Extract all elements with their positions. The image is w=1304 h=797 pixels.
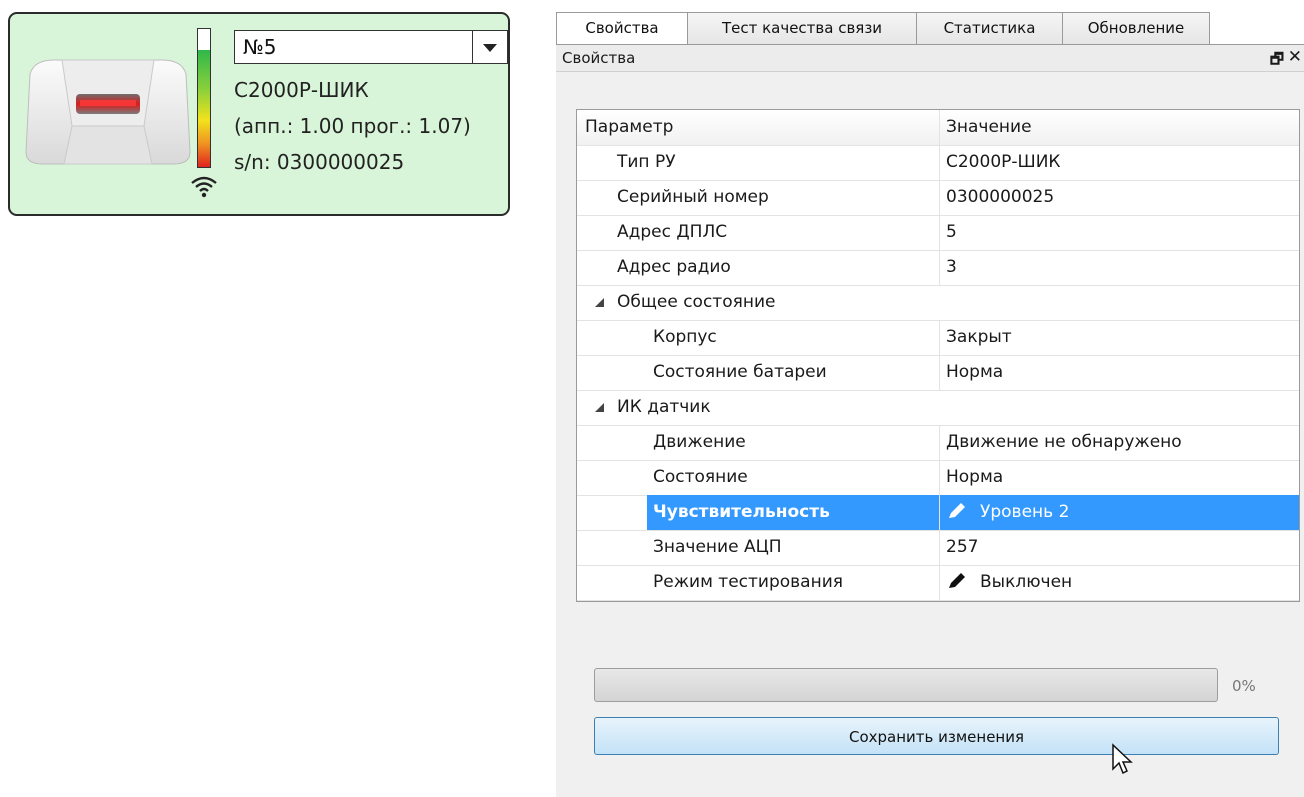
pencil-icon [949, 503, 965, 518]
save-changes-button[interactable]: Сохранить изменения [594, 717, 1279, 755]
device-serial: s/n: 0300000025 [234, 150, 405, 174]
signal-level-bar [197, 28, 211, 168]
table-row[interactable]: Серийный номер 0300000025 [577, 180, 1299, 216]
pencil-icon [949, 573, 965, 588]
mouse-cursor-icon [1112, 743, 1133, 775]
table-row[interactable]: Адрес ДПЛС 5 [577, 215, 1299, 251]
restore-window-icon[interactable]: 🗗 [1270, 49, 1284, 74]
table-row-selected[interactable]: Чувствительность Уровень 2 [577, 495, 1299, 531]
panel-title: Свойства [562, 49, 636, 67]
property-name: Чувствительность [647, 495, 939, 530]
property-value: Движение не обнаружено [939, 425, 1299, 460]
property-name: Режим тестирования [653, 572, 843, 592]
category-name: ИК датчик [617, 397, 711, 417]
table-row[interactable]: Корпус Закрыт [577, 320, 1299, 356]
property-name: Тип РУ [617, 152, 676, 172]
property-value: Уровень 2 [980, 502, 1070, 522]
progress-bar [594, 668, 1218, 702]
tab-properties[interactable]: Свойства [556, 12, 688, 45]
property-value: 5 [939, 215, 1299, 250]
panel-header: Свойства 🗗 ✕ [556, 45, 1304, 72]
table-row[interactable]: Движение Движение не обнаружено [577, 425, 1299, 461]
property-name: Адрес ДПЛС [617, 222, 728, 242]
property-value: С2000Р-ШИК [939, 145, 1299, 180]
tab-statistics[interactable]: Статистика [916, 12, 1063, 44]
property-value: Выключен [980, 572, 1073, 592]
wifi-icon [191, 176, 217, 198]
property-value: 257 [939, 530, 1299, 565]
tab-update[interactable]: Обновление [1062, 12, 1210, 44]
property-grid[interactable]: Параметр Значение Тип РУ С2000Р-ШИК Сери… [576, 109, 1300, 602]
table-row[interactable]: Адрес радио 3 [577, 250, 1299, 286]
category-name: Общее состояние [617, 292, 776, 312]
close-icon[interactable]: ✕ [1288, 47, 1302, 67]
chevron-down-icon [483, 44, 497, 52]
device-card[interactable]: №5 С2000Р-ШИК (апп.: 1.00 прог.: 1.07) s… [8, 12, 510, 216]
device-address-select[interactable]: №5 [234, 30, 508, 64]
category-row-ir-sensor[interactable]: ИК датчик [577, 390, 1299, 426]
tab-link-quality-test[interactable]: Тест качества связи [687, 12, 917, 44]
column-header-value[interactable]: Значение [939, 110, 1299, 145]
grid-header-row: Параметр Значение [577, 110, 1299, 146]
device-model: С2000Р-ШИК [234, 78, 369, 102]
properties-panel: Свойства 🗗 ✕ Параметр Значение Тип РУ С2… [556, 44, 1304, 797]
property-name: Значение АЦП [653, 537, 782, 557]
table-row[interactable]: Режим тестирования Выключен [577, 565, 1299, 601]
table-row[interactable]: Значение АЦП 257 [577, 530, 1299, 566]
property-value: 0300000025 [939, 180, 1299, 215]
property-name: Движение [653, 432, 746, 452]
property-value: 3 [939, 250, 1299, 285]
property-value: Норма [939, 355, 1299, 390]
signal-level-fill [198, 49, 210, 167]
property-name: Адрес радио [617, 257, 731, 277]
table-row[interactable]: Состояние Норма [577, 460, 1299, 496]
column-header-parameter[interactable]: Параметр [585, 110, 673, 145]
property-value: Закрыт [939, 320, 1299, 355]
property-name: Состояние [653, 467, 748, 487]
property-name: Серийный номер [617, 187, 769, 207]
table-row[interactable]: Состояние батареи Норма [577, 355, 1299, 391]
table-row[interactable]: Тип РУ С2000Р-ШИК [577, 145, 1299, 181]
property-value: Норма [939, 460, 1299, 495]
category-row-general-state[interactable]: Общее состояние [577, 285, 1299, 321]
property-name: Корпус [653, 327, 717, 347]
dropdown-button[interactable] [472, 31, 507, 63]
progress-percent: 0% [1232, 677, 1256, 695]
editable-property-value[interactable]: Выключен [939, 565, 1299, 600]
device-versions: (апп.: 1.00 прог.: 1.07) [234, 114, 471, 138]
property-name: Состояние батареи [653, 362, 827, 382]
collapse-triangle-icon[interactable] [595, 403, 604, 412]
editable-property-value[interactable]: Уровень 2 [939, 495, 1299, 530]
collapse-triangle-icon[interactable] [595, 298, 604, 307]
device-image [25, 59, 191, 165]
device-address-value: №5 [243, 35, 277, 59]
